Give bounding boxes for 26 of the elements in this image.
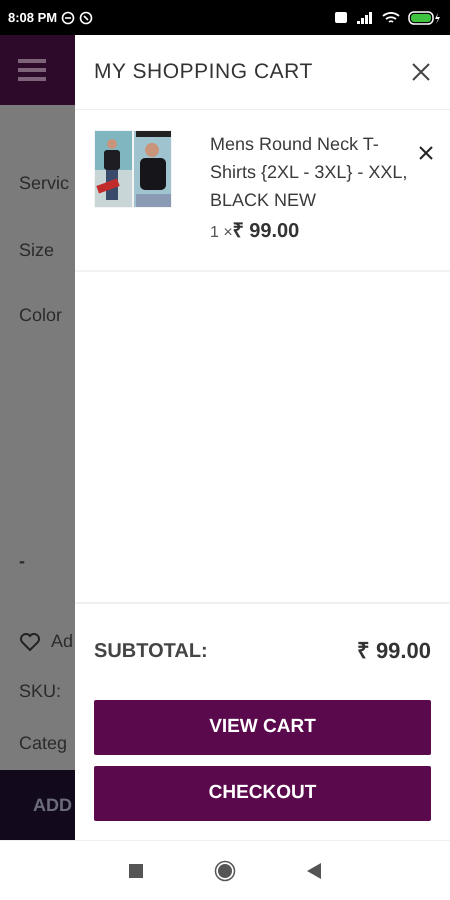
close-icon[interactable]	[411, 62, 431, 82]
add-button-label: ADD	[33, 794, 72, 816]
product-label: SKU:	[19, 680, 62, 703]
heart-icon[interactable]	[19, 632, 41, 652]
cart-button[interactable]: VIEW CART	[94, 700, 431, 755]
square-icon[interactable]	[128, 862, 144, 878]
wifi-icon	[382, 10, 400, 24]
item-price: ₹ 99.00	[232, 219, 300, 244]
product-label: Categ	[19, 732, 68, 755]
product-name[interactable]: Mens Round Neck T-Shirts {2XL - 3XL} - XXL, BLACK NEW	[210, 130, 409, 214]
signal-icon	[356, 11, 374, 24]
back-icon[interactable]	[306, 862, 322, 880]
cart-button[interactable]: CHECKOUT	[94, 766, 431, 821]
battery-icon	[408, 10, 442, 24]
quantity: 1 ×	[210, 223, 233, 243]
subtotal-amount: ₹ 99.00	[356, 637, 431, 665]
home-icon[interactable]	[214, 860, 236, 882]
product-label: -	[19, 550, 25, 573]
remove-icon[interactable]	[419, 146, 433, 160]
product-label: Servic	[19, 172, 70, 195]
cart-title: MY SHOPPING CART	[94, 59, 314, 86]
subtotal-label: SUBTOTAL:	[94, 638, 208, 664]
status-time: 8:08 PM	[8, 8, 58, 27]
product-label: Color	[19, 304, 62, 327]
menu-icon[interactable]	[18, 58, 46, 82]
product-label: Size	[19, 239, 54, 262]
